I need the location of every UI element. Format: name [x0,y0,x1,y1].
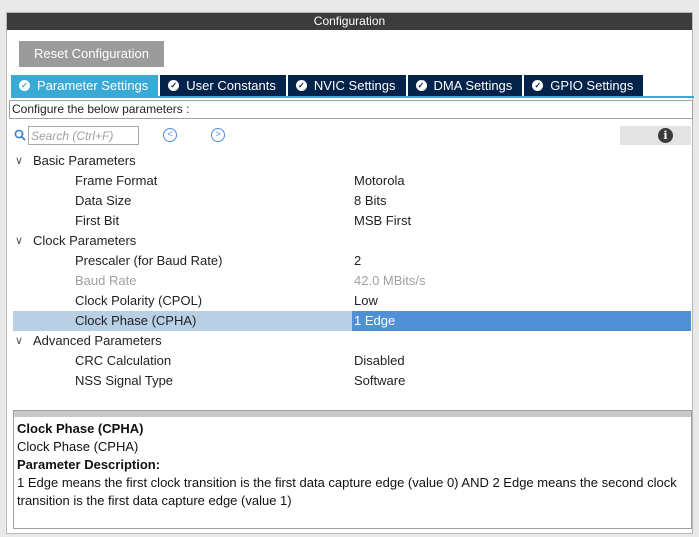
param-label: Clock Phase (CPHA) [75,313,197,328]
description-text: 1 Edge means the first clock transition … [17,475,677,508]
chevron-down-icon: ∨ [15,335,24,347]
search-input[interactable] [28,126,139,145]
configure-hint: Configure the below parameters : [9,100,693,119]
param-row[interactable]: NSS Signal Type Software [13,371,691,391]
param-label: First Bit [75,213,120,228]
panel-title: Configuration [7,13,692,30]
param-label: CRC Calculation [75,353,172,368]
param-row[interactable]: First Bit MSB First [13,211,691,231]
group-advanced-parameters[interactable]: ∨ Advanced Parameters [13,331,691,351]
tab-dma-settings[interactable]: ✓ DMA Settings [407,75,525,96]
group-label: Advanced Parameters [33,333,162,348]
search-icon [14,129,26,141]
tab-label: NVIC Settings [313,78,396,93]
reset-configuration-button[interactable]: Reset Configuration [19,41,164,67]
check-circle-icon: ✓ [415,80,427,91]
tab-label: GPIO Settings [550,78,634,93]
info-button[interactable]: i [620,126,691,145]
check-circle-icon: ✓ [168,80,180,91]
description-heading: Parameter Description: [17,457,161,472]
description-title: Clock Phase (CPHA) [17,421,144,436]
search-row: < > i [14,126,691,146]
param-row[interactable]: Prescaler (for Baud Rate) 2 [13,251,691,271]
param-row[interactable]: Clock Polarity (CPOL) Low [13,291,691,311]
parameter-tree: ∨ Basic Parameters Frame Format Motorola… [13,151,691,391]
next-icon[interactable]: > [211,128,225,142]
param-value: Disabled [354,353,405,368]
param-label: NSS Signal Type [75,373,174,388]
info-icon: i [658,128,673,143]
param-label: Clock Polarity (CPOL) [75,293,203,308]
tab-user-constants[interactable]: ✓ User Constants [160,75,288,96]
tab-parameter-settings[interactable]: ✓ Parameter Settings [11,75,161,96]
param-value: MSB First [354,213,412,228]
param-value: Software [354,373,406,388]
description-subtitle: Clock Phase (CPHA) [17,439,139,454]
param-row-selected[interactable]: Clock Phase (CPHA) 1 Edge [13,311,691,331]
chevron-down-icon: ∨ [15,155,24,167]
check-circle-icon: ✓ [19,80,30,91]
param-value-select[interactable]: 1 Edge [352,311,691,331]
chevron-down-icon: ∨ [15,235,24,247]
param-label: Prescaler (for Baud Rate) [75,253,223,268]
group-label: Clock Parameters [33,233,137,248]
configuration-panel: Configuration Reset Configuration ✓ Para… [6,12,694,534]
param-row[interactable]: Frame Format Motorola [13,171,691,191]
previous-icon[interactable]: < [163,128,177,142]
param-value: Motorola [354,173,405,188]
tab-gpio-settings[interactable]: ✓ GPIO Settings [524,75,646,96]
param-value: Low [354,293,378,308]
param-value: 42.0 MBits/s [354,273,426,288]
tab-bar: ✓ Parameter Settings ✓ User Constants ✓ … [11,75,646,96]
param-row: Baud Rate 42.0 MBits/s [13,271,691,291]
description-panel: Clock Phase (CPHA) Clock Phase (CPHA) Pa… [13,410,692,529]
tab-label: Parameter Settings [37,78,149,93]
param-label: Frame Format [75,173,158,188]
check-circle-icon: ✓ [532,80,544,91]
group-label: Basic Parameters [33,153,136,168]
group-clock-parameters[interactable]: ∨ Clock Parameters [13,231,691,251]
tab-label: User Constants [186,78,276,93]
tab-nvic-settings[interactable]: ✓ NVIC Settings [287,75,408,96]
param-row[interactable]: CRC Calculation Disabled [13,351,691,371]
tab-label: DMA Settings [433,78,513,93]
param-row[interactable]: Data Size 8 Bits [13,191,691,211]
param-label: Data Size [75,193,132,208]
param-value: 8 Bits [354,193,387,208]
group-basic-parameters[interactable]: ∨ Basic Parameters [13,151,691,171]
param-label: Baud Rate [75,273,137,288]
tab-underline [11,96,694,98]
check-circle-icon: ✓ [295,80,307,91]
param-value: 2 [354,253,362,268]
